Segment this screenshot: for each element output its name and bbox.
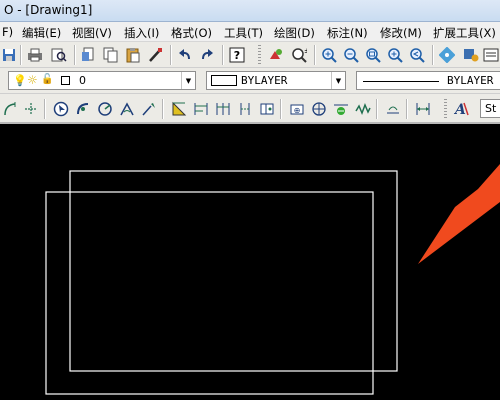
rectangle-back[interactable] — [69, 170, 398, 372]
separator — [432, 45, 433, 65]
dim-edit-icon[interactable] — [354, 100, 372, 118]
zoom-previous-icon[interactable] — [408, 46, 426, 64]
menu-file[interactable]: F) — [2, 25, 13, 39]
separator — [170, 45, 171, 65]
layer-color-swatch — [61, 76, 70, 85]
separator — [222, 45, 223, 65]
drawing-svg — [45, 164, 500, 395]
zoom-out-icon[interactable] — [342, 46, 360, 64]
rectangle-front[interactable] — [45, 191, 374, 395]
svg-text:?: ? — [234, 49, 240, 62]
radius-icon[interactable] — [96, 100, 114, 118]
standard-toolbar: ? ± — [0, 42, 500, 68]
aligned-dim-icon[interactable] — [22, 100, 40, 118]
separator — [280, 99, 281, 119]
linetype-value: BYLAYER — [447, 74, 494, 87]
match-properties-icon[interactable] — [146, 46, 164, 64]
leader-icon[interactable] — [140, 100, 158, 118]
save-icon[interactable] — [0, 46, 18, 64]
quick-dim-icon[interactable] — [170, 100, 188, 118]
inspect-icon[interactable] — [310, 100, 328, 118]
zoom-window-icon[interactable] — [364, 46, 382, 64]
separator — [20, 45, 21, 65]
redo-icon[interactable] — [198, 46, 216, 64]
menu-edit[interactable]: 编辑(E) — [22, 25, 61, 41]
pan-icon[interactable] — [266, 46, 284, 64]
menu-insert[interactable]: 插入(I) — [124, 25, 159, 41]
continue-icon[interactable] — [214, 100, 232, 118]
svg-text:±: ± — [304, 47, 307, 55]
separator — [74, 45, 75, 65]
menu-bar: F) 编辑(E) 视图(V) 插入(I) 格式(O) 工具(T) 绘图(D) 标… — [0, 22, 500, 42]
menu-draw[interactable]: 绘图(D) — [274, 25, 315, 41]
copy-icon[interactable] — [102, 46, 120, 64]
window-title: O - [Drawing1] — [4, 3, 93, 17]
realtime-zoom-icon[interactable]: ± — [290, 46, 308, 64]
paste-icon[interactable] — [124, 46, 142, 64]
design-center-icon[interactable] — [462, 46, 480, 64]
layers-toolbar: 💡 ☼ 🔓 0 ▼ BYLAYER ▼ BYLAYER — [0, 68, 500, 94]
separator — [314, 45, 315, 65]
svg-text:⊕: ⊕ — [294, 106, 301, 115]
dimension-toolbar: ⊕ A St — [0, 94, 500, 124]
zoom-in-icon[interactable] — [320, 46, 338, 64]
separator — [406, 99, 407, 119]
text-style-dropdown[interactable]: St — [480, 99, 500, 118]
arc-length-icon[interactable] — [74, 100, 92, 118]
lock-icon: 🔓 — [41, 74, 54, 85]
menu-tools[interactable]: 工具(T) — [224, 25, 263, 41]
dim-update-icon[interactable] — [414, 100, 432, 118]
tolerance-icon[interactable] — [258, 100, 276, 118]
menu-view[interactable]: 视图(V) — [72, 25, 112, 41]
linear-dim-icon[interactable] — [2, 100, 20, 118]
color-swatch — [211, 75, 237, 86]
cut-icon[interactable] — [80, 46, 98, 64]
ordinate-icon[interactable] — [236, 100, 254, 118]
color-dropdown[interactable]: BYLAYER ▼ — [206, 71, 346, 90]
toolbar-grip[interactable] — [258, 45, 261, 65]
undo-icon[interactable] — [176, 46, 194, 64]
layer-dropdown[interactable]: 💡 ☼ 🔓 0 ▼ — [8, 71, 196, 90]
menu-format[interactable]: 格式(O) — [171, 25, 212, 41]
sun-freeze-icon: ☼ — [27, 73, 38, 87]
center-mark-icon[interactable]: ⊕ — [288, 100, 306, 118]
dim-style-icon[interactable]: A — [452, 100, 470, 118]
linetype-preview — [363, 81, 439, 82]
menu-express[interactable]: 扩展工具(X) — [433, 25, 496, 41]
color-value: BYLAYER — [241, 74, 288, 87]
separator — [162, 99, 163, 119]
print-icon[interactable] — [26, 46, 44, 64]
arrow-annotation — [418, 164, 500, 264]
zoom-extents-icon[interactable] — [386, 46, 404, 64]
menu-modify[interactable]: 修改(M) — [380, 25, 422, 41]
layer-name: 0 — [79, 74, 86, 87]
toolbar-grip[interactable] — [444, 99, 447, 119]
separator — [44, 99, 45, 119]
select-icon[interactable] — [52, 100, 70, 118]
linetype-dropdown[interactable]: BYLAYER — [356, 71, 500, 90]
dim-text-edit-icon[interactable] — [384, 100, 402, 118]
angular-icon[interactable] — [118, 100, 136, 118]
title-bar: O - [Drawing1] — [0, 0, 500, 22]
separator — [376, 99, 377, 119]
chevron-down-icon[interactable]: ▼ — [181, 72, 195, 89]
help-icon[interactable]: ? — [228, 46, 246, 64]
text-style-value: St — [485, 102, 497, 115]
chevron-down-icon[interactable]: ▼ — [331, 72, 345, 89]
properties-icon[interactable] — [482, 46, 500, 64]
baseline-icon[interactable] — [192, 100, 210, 118]
lightbulb-icon: 💡 — [13, 74, 27, 87]
drawing-canvas[interactable] — [0, 124, 500, 400]
menu-dimension[interactable]: 标注(N) — [327, 25, 368, 41]
tool-palette-icon[interactable] — [438, 46, 456, 64]
print-preview-icon[interactable] — [50, 46, 68, 64]
jogged-icon[interactable] — [332, 100, 350, 118]
